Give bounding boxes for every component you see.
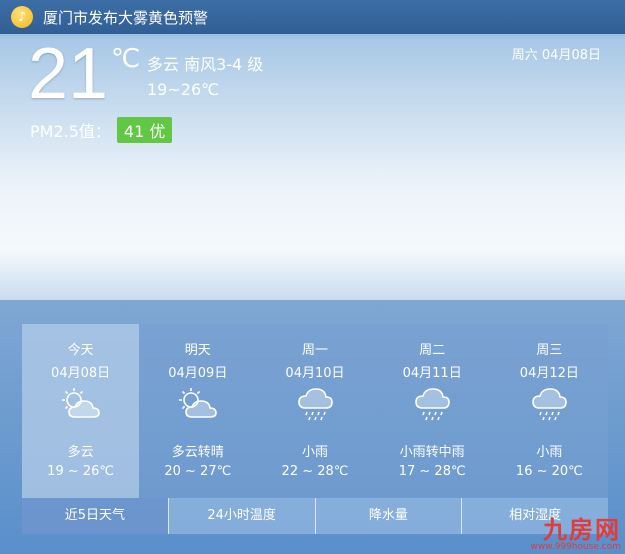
day-condition: 小雨 [536,445,563,460]
tab-24h-temperature[interactable]: 24小时温度 [167,498,315,534]
day-date: 04月11日 [402,366,462,381]
alert-bar[interactable]: ♪ 厦门市发布大雾黄色预警 [0,0,625,34]
partly-cloudy-icon [178,388,217,418]
alert-text[interactable]: 厦门市发布大雾黄色预警 [43,7,208,28]
day-date: 04月12日 [519,366,579,381]
day-range: 20 ~ 27℃ [164,464,232,479]
rain-icon [532,388,568,421]
day-name: 周二 [419,343,446,358]
forecast-panel: 今天 04月08日 多云 19 ~ 26℃ 明天 04月09日 多云转晴 20 … [22,324,608,498]
day-name: 今天 [67,343,94,358]
pm25-label: PM2.5值： [30,122,111,141]
pm25-badge: 41 优 [116,117,173,143]
day-condition: 多云转晴 [171,445,224,460]
day-range: 19 ~ 26℃ [47,464,115,479]
partly-cloudy-icon [61,388,100,418]
day-range: 22 ~ 28℃ [281,464,349,479]
day-name: 明天 [184,343,211,358]
forecast-day-1[interactable]: 明天 04月09日 多云转晴 20 ~ 27℃ [139,324,256,498]
watermark-logo: 九房网 [543,516,621,544]
current-condition: 多云 南风3-4 级 [147,55,264,74]
bell-icon: ♪ [11,6,33,28]
current-temperature: 21 [28,34,109,114]
watermark: 九房网 www.999house.com [530,518,621,552]
day-date: 04月08日 [51,366,111,381]
current-date: 周六 04月08日 [511,48,601,63]
forecast-day-4[interactable]: 周三 04月12日 小雨 16 ~ 20℃ [491,324,608,498]
day-condition: 小雨转中雨 [399,445,465,460]
day-condition: 小雨 [301,445,328,460]
day-condition: 多云 [67,445,94,460]
current-range: 19~26℃ [147,80,220,99]
day-name: 周三 [536,343,563,358]
day-range: 16 ~ 20℃ [515,464,583,479]
forecast-day-3[interactable]: 周二 04月11日 小雨转中雨 17 ~ 28℃ [374,324,491,498]
tab-5-day-weather[interactable]: 近5日天气 [22,498,168,534]
day-date: 04月10日 [285,366,345,381]
day-date: 04月09日 [168,366,228,381]
tab-precipitation[interactable]: 降水量 [314,498,462,534]
chart-tabs: 近5日天气 24小时温度 降水量 相对湿度 [22,498,608,534]
forecast-day-2[interactable]: 周一 04月10日 小雨 22 ~ 28℃ [256,324,373,498]
day-range: 17 ~ 28℃ [398,464,466,479]
forecast-day-0[interactable]: 今天 04月08日 多云 19 ~ 26℃ [22,324,140,498]
rain-icon [298,388,333,421]
watermark-url: www.999house.com [530,542,621,552]
day-name: 周一 [301,343,328,358]
temperature-unit: ℃ [111,44,141,74]
rain-icon [415,388,450,421]
pm25-indicator: PM2.5值： 41 优 [30,117,173,143]
